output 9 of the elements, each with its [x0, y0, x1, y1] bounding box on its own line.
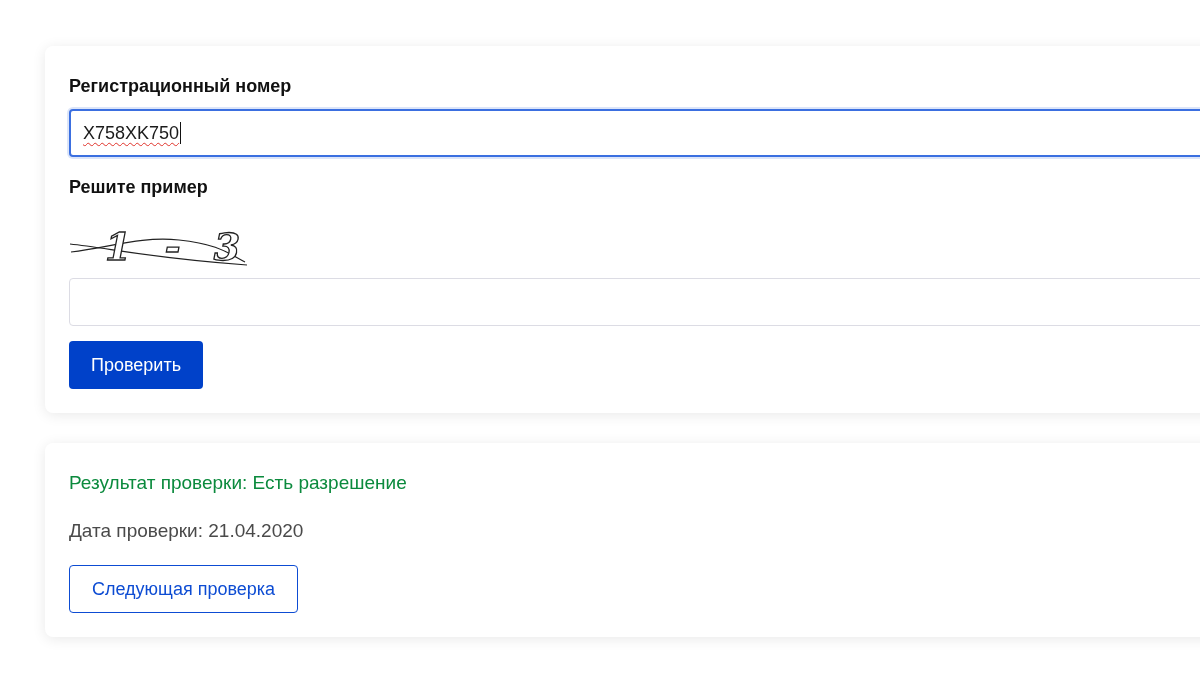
text-cursor	[180, 122, 182, 144]
next-check-button[interactable]: Следующая проверка	[69, 565, 299, 613]
field-label: Регистрационный номер	[69, 75, 292, 98]
answer-field[interactable]	[69, 278, 1200, 326]
result-status: Результат проверки: Есть разрешение	[69, 471, 407, 495]
check-date: Дата проверки: 21.04.2020	[69, 519, 304, 543]
submit-button[interactable]: Проверить	[69, 341, 204, 389]
input-field[interactable]: X758XK750	[69, 109, 1200, 157]
field-label: Решите пример	[69, 176, 208, 199]
